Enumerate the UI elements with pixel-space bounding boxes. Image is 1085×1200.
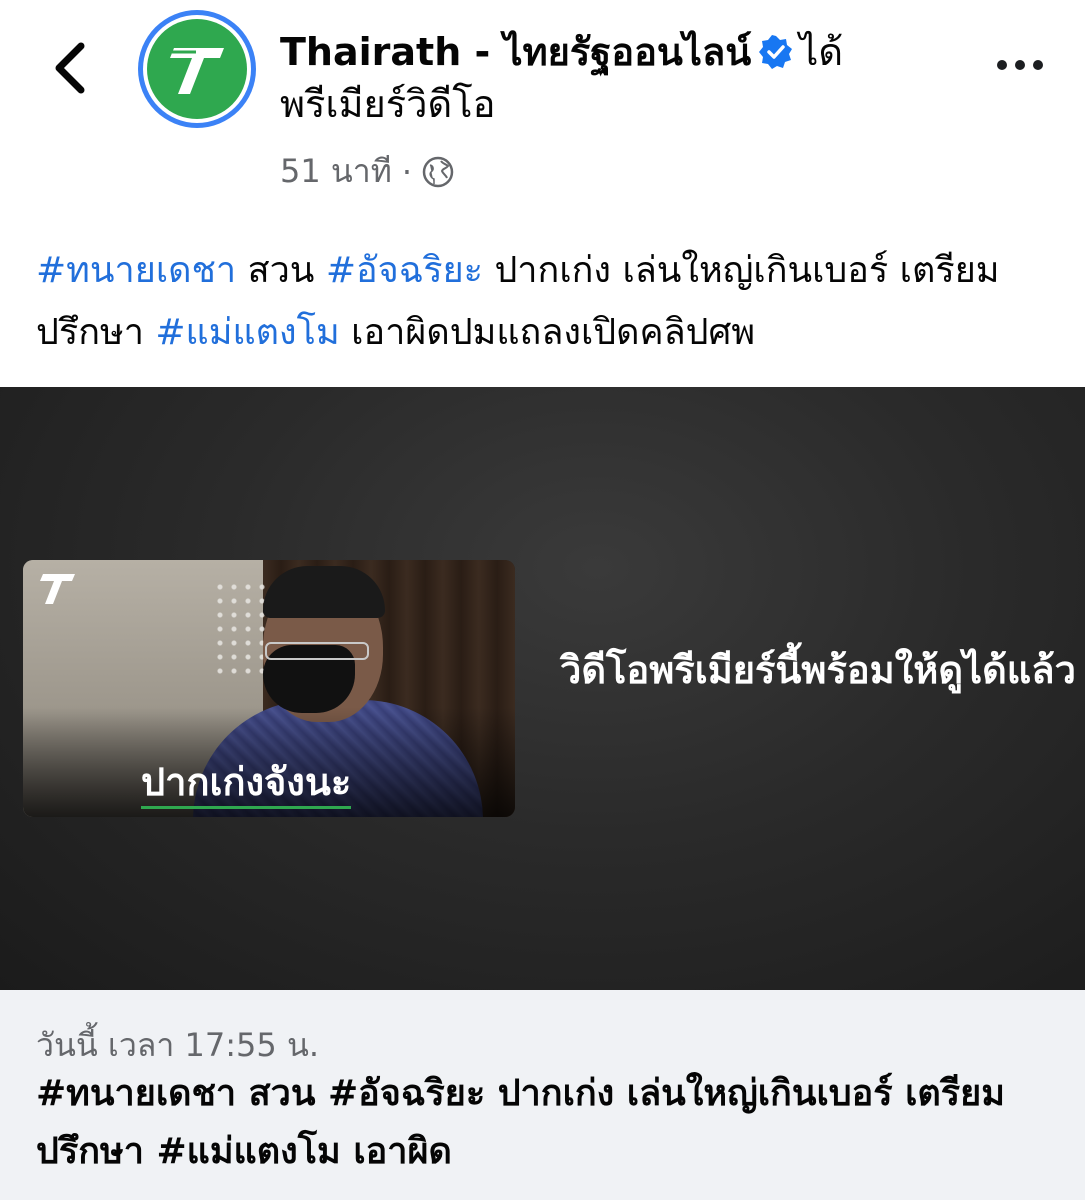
caption-text: สวน xyxy=(236,250,326,291)
post-header: Thairath - ไทยรัฐออนไลน์ ได้พรีเมียร์วิด… xyxy=(280,26,920,130)
video-title: #ทนายเดชา สวน #อัจฉริยะ ปากเก่ง เล่นใหญ่… xyxy=(36,1073,1005,1172)
thairath-watermark-icon xyxy=(40,574,75,604)
back-arrow-icon xyxy=(55,42,85,94)
premiere-message: วิดีโอพรีเมียร์นี้พร้อมให้ดูได้แล้ว xyxy=(560,648,1076,692)
video-thumbnail[interactable]: ปากเก่งจังนะ xyxy=(23,560,515,817)
meta-separator: · xyxy=(401,152,412,191)
more-options-button[interactable] xyxy=(985,45,1055,85)
verified-badge-icon xyxy=(759,35,793,69)
hashtag-link[interactable]: #ทนายเดชา xyxy=(36,250,236,291)
post-meta: 51 นาที · xyxy=(280,146,454,197)
page-avatar[interactable] xyxy=(138,10,256,128)
post-time[interactable]: 51 นาที xyxy=(280,146,392,197)
thairath-logo-icon xyxy=(170,48,224,94)
globe-icon xyxy=(422,156,454,187)
hashtag-link[interactable]: #แม่แตงโม xyxy=(155,312,339,353)
more-options-icon xyxy=(997,60,1007,70)
thumbnail-caption: ปากเก่งจังนะ xyxy=(141,760,352,809)
back-button[interactable] xyxy=(40,38,100,98)
page-name-link[interactable]: Thairath - ไทยรัฐออนไลน์ xyxy=(280,30,751,74)
caption-text: เอาผิดปมแถลงเปิดคลิปศพ xyxy=(339,312,756,353)
post-caption: #ทนายเดชา สวน #อัจฉริยะ ปากเก่ง เล่นใหญ่… xyxy=(36,240,1046,364)
video-info-panel[interactable]: วันนี้ เวลา 17:55 น. #ทนายเดชา สวน #อัจฉ… xyxy=(0,990,1085,1200)
premiere-date: วันนี้ เวลา 17:55 น. xyxy=(36,1026,319,1064)
video-player[interactable]: ปากเก่งจังนะ วิดีโอพรีเมียร์นี้พร้อมให้ด… xyxy=(0,387,1085,990)
hashtag-link[interactable]: #อัจฉริยะ xyxy=(326,250,483,291)
